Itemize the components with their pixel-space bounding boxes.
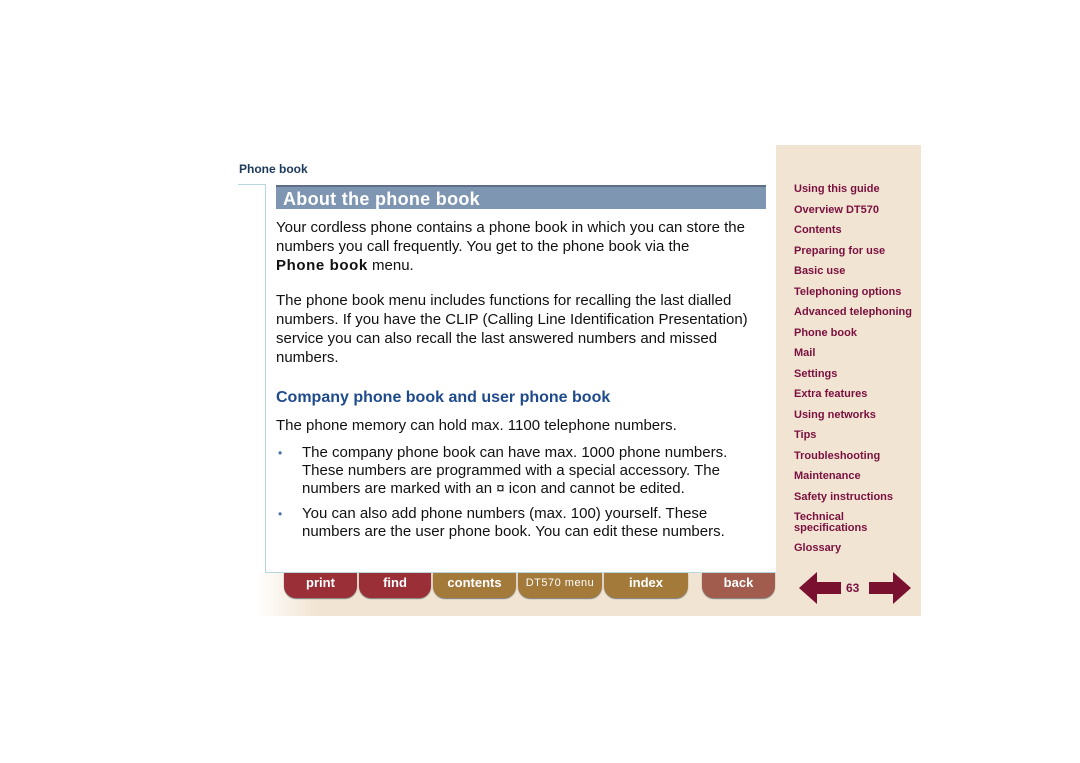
- sidebar-item-technical-specifications[interactable]: Technical specifications: [794, 512, 874, 534]
- contents-button[interactable]: contents: [433, 573, 516, 598]
- sidebar-item-glossary[interactable]: Glossary: [794, 543, 841, 554]
- paragraph-memory: The phone memory can hold max. 1100 tele…: [276, 417, 677, 434]
- sidebar-item-preparing[interactable]: Preparing for use: [794, 246, 885, 257]
- menu-name: Phone book: [276, 257, 368, 274]
- next-page-arrow-icon[interactable]: [869, 572, 911, 604]
- sidebar: Using this guide Overview DT570 Contents…: [776, 145, 921, 616]
- sidebar-item-overview[interactable]: Overview DT570: [794, 205, 879, 216]
- divider: [265, 184, 266, 573]
- dt570-menu-button[interactable]: DT570 menu: [518, 573, 602, 598]
- sidebar-item-mail[interactable]: Mail: [794, 348, 815, 359]
- bullet-icon: •: [278, 446, 283, 460]
- page-title: About the phone book: [276, 185, 766, 209]
- sidebar-item-using-this-guide[interactable]: Using this guide: [794, 184, 880, 195]
- subheading: Company phone book and user phone book: [276, 389, 611, 406]
- paragraph-intro: Your cordless phone contains a phone boo…: [276, 218, 768, 275]
- sidebar-item-telephoning-options[interactable]: Telephoning options: [794, 287, 901, 298]
- sidebar-item-contents[interactable]: Contents: [794, 225, 842, 236]
- sidebar-item-maintenance[interactable]: Maintenance: [794, 471, 861, 482]
- bullet-item: • You can also add phone numbers (max. 10…: [276, 505, 768, 541]
- back-button[interactable]: back: [702, 573, 775, 598]
- section-header: Phone book: [239, 162, 308, 176]
- divider: [238, 184, 266, 185]
- sidebar-item-settings[interactable]: Settings: [794, 369, 837, 380]
- sidebar-item-using-networks[interactable]: Using networks: [794, 410, 876, 421]
- bullet-icon: •: [278, 507, 283, 521]
- page-navigation: 63: [799, 572, 911, 604]
- sidebar-item-advanced-telephoning[interactable]: Advanced telephoning: [794, 307, 912, 318]
- sidebar-item-phone-book[interactable]: Phone book: [794, 328, 857, 339]
- sidebar-item-troubleshooting[interactable]: Troubleshooting: [794, 451, 880, 462]
- sidebar-item-tips[interactable]: Tips: [794, 430, 816, 441]
- sidebar-item-extra-features[interactable]: Extra features: [794, 389, 867, 400]
- index-button[interactable]: index: [604, 573, 688, 598]
- find-button[interactable]: find: [359, 573, 431, 598]
- bullet-text: The company phone book can have max. 100…: [302, 444, 728, 497]
- intro-text: Your cordless phone contains a phone boo…: [276, 219, 745, 255]
- sidebar-item-safety[interactable]: Safety instructions: [794, 492, 893, 503]
- print-button[interactable]: print: [284, 573, 357, 598]
- footer-toolbar: print find contents DT570 menu index bac…: [255, 573, 776, 616]
- previous-page-arrow-icon[interactable]: [799, 572, 841, 604]
- intro-text-end: menu.: [367, 257, 414, 274]
- bullet-text: You can also add phone numbers (max. 100…: [302, 505, 725, 540]
- bullet-item: • The company phone book can have max. 10…: [276, 444, 768, 498]
- page-number: 63: [846, 581, 860, 595]
- sidebar-item-basic-use[interactable]: Basic use: [794, 266, 845, 277]
- paragraph-menu: The phone book menu includes functions f…: [276, 292, 748, 366]
